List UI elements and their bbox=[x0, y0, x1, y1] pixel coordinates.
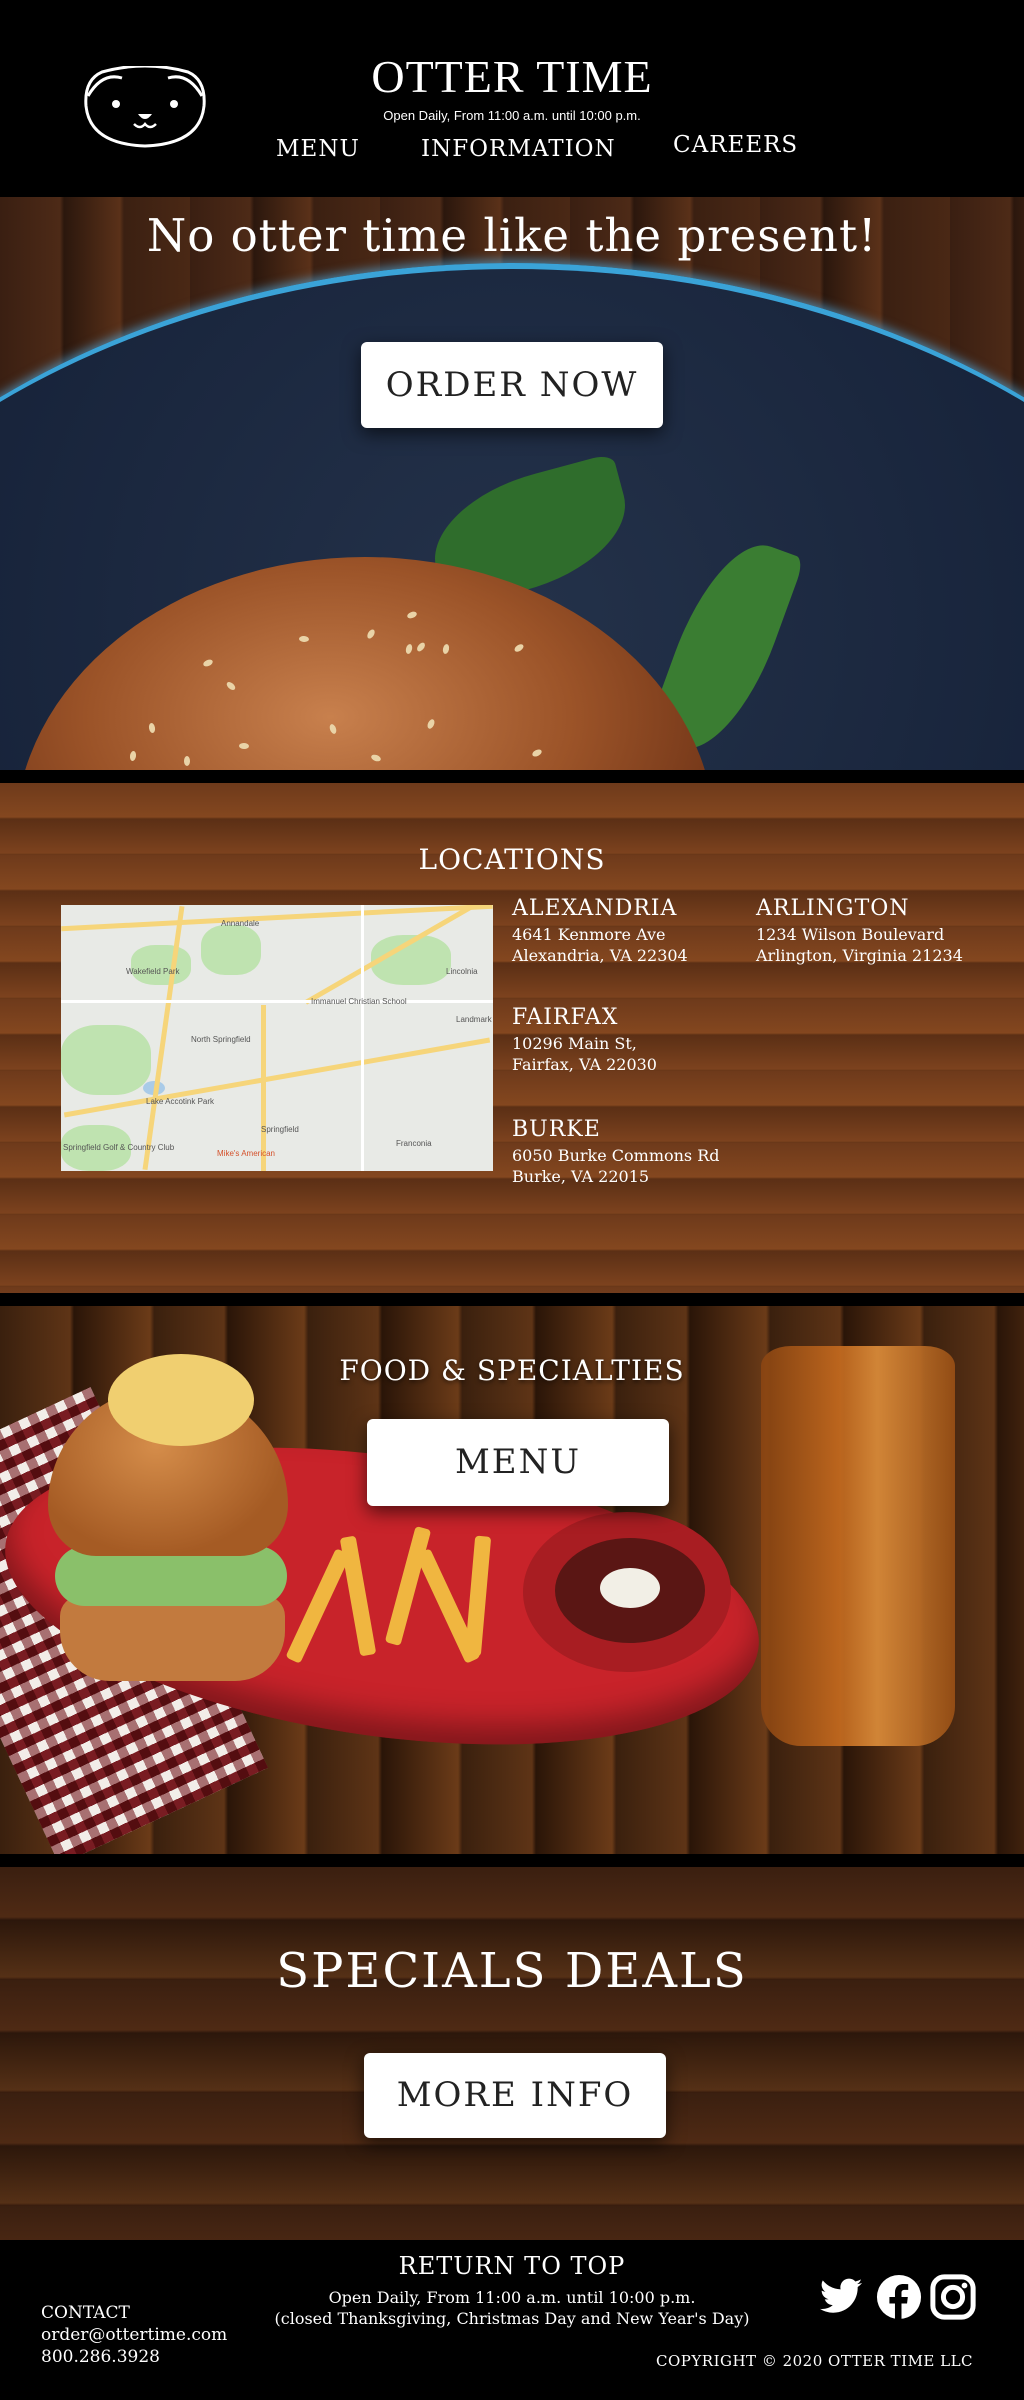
locations-section: LOCATIONS Annandale Wakefield Park Imman… bbox=[0, 783, 1024, 1293]
locations-map[interactable]: Annandale Wakefield Park Immanuel Christ… bbox=[61, 905, 493, 1171]
sesame-seed bbox=[238, 742, 250, 749]
facebook-icon[interactable] bbox=[876, 2274, 922, 2320]
contact-label: CONTACT bbox=[41, 2303, 130, 2323]
hero-section: No otter time like the present! ORDER NO… bbox=[0, 197, 1024, 770]
sesame-seed bbox=[415, 641, 427, 653]
sesame-seed bbox=[531, 747, 543, 758]
map-label: Mike's American bbox=[217, 1149, 275, 1158]
opening-hours: Open Daily, From 11:00 a.m. until 10:00 … bbox=[383, 108, 641, 123]
section-divider bbox=[0, 770, 1024, 783]
location-address: Fairfax, VA 22030 bbox=[512, 1055, 657, 1074]
section-divider bbox=[0, 1854, 1024, 1867]
sesame-seed bbox=[298, 635, 310, 643]
nav-information[interactable]: INFORMATION bbox=[421, 136, 616, 162]
nav-careers[interactable]: CAREERS bbox=[673, 132, 798, 158]
sesame-seed bbox=[225, 680, 238, 692]
more-info-button[interactable]: MORE INFO bbox=[364, 2053, 666, 2138]
location-address: Burke, VA 22015 bbox=[512, 1167, 650, 1186]
menu-button[interactable]: MENU bbox=[367, 1419, 669, 1506]
location-name-fairfax[interactable]: FAIRFAX bbox=[512, 1005, 618, 1030]
food-section: FOOD & SPECIALTIES MENU bbox=[0, 1306, 1024, 1854]
site-footer: RETURN TO TOP Open Daily, From 11:00 a.m… bbox=[0, 2240, 1024, 2400]
section-divider bbox=[0, 1293, 1024, 1306]
nav-menu[interactable]: MENU bbox=[276, 136, 360, 162]
sesame-seed bbox=[369, 753, 382, 763]
sesame-seed bbox=[405, 643, 414, 655]
beer-glass-image bbox=[761, 1346, 955, 1746]
order-now-button[interactable]: ORDER NOW bbox=[361, 342, 663, 428]
sesame-seed bbox=[513, 642, 526, 654]
map-label: Springfield Golf & Country Club bbox=[63, 1143, 175, 1152]
sesame-seed bbox=[441, 643, 450, 655]
instagram-icon[interactable] bbox=[930, 2274, 976, 2320]
map-label: Annandale bbox=[221, 919, 260, 928]
contact-email[interactable]: order@ottertime.com bbox=[41, 2324, 227, 2346]
cream-image bbox=[600, 1568, 660, 1608]
locations-title: LOCATIONS bbox=[418, 843, 606, 876]
location-name-arlington[interactable]: ARLINGTON bbox=[756, 896, 910, 921]
sesame-seed bbox=[202, 657, 214, 668]
twitter-icon[interactable] bbox=[818, 2274, 864, 2320]
hero-tagline: No otter time like the present! bbox=[146, 209, 878, 262]
return-to-top-link[interactable]: RETURN TO TOP bbox=[0, 2252, 1024, 2280]
location-name-alexandria[interactable]: ALEXANDRIA bbox=[512, 896, 677, 921]
location-address: Arlington, Virginia 21234 bbox=[756, 946, 963, 965]
copyright-text: COPYRIGHT © 2020 OTTER TIME LLC bbox=[656, 2352, 974, 2370]
location-address: 6050 Burke Commons Rd bbox=[512, 1146, 720, 1165]
location-address: 4641 Kenmore Ave bbox=[512, 925, 666, 944]
map-label: Landmark bbox=[456, 1015, 492, 1024]
map-label: Lincolnia bbox=[446, 967, 478, 976]
map-label: Wakefield Park bbox=[126, 967, 180, 976]
site-header: OTTER TIME Open Daily, From 11:00 a.m. u… bbox=[0, 0, 1024, 197]
sesame-seed bbox=[426, 718, 437, 730]
food-title: FOOD & SPECIALTIES bbox=[339, 1354, 685, 1387]
burger-bottom-image bbox=[60, 1596, 285, 1681]
specials-title: SPECIALS DEALS bbox=[276, 1943, 748, 1999]
contact-block: CONTACT order@ottertime.com 800.286.3928 bbox=[41, 2302, 227, 2368]
sesame-seed bbox=[184, 756, 191, 767]
sesame-seed bbox=[147, 722, 156, 733]
site-title: OTTER TIME bbox=[371, 51, 653, 102]
sesame-seed bbox=[129, 750, 137, 762]
specials-section: SPECIALS DEALS MORE INFO bbox=[0, 1867, 1024, 2240]
contact-phone[interactable]: 800.286.3928 bbox=[41, 2346, 227, 2368]
map-label: Springfield bbox=[261, 1125, 299, 1134]
sesame-seed bbox=[405, 610, 418, 620]
location-address: 1234 Wilson Boulevard bbox=[756, 925, 945, 944]
location-address: 10296 Main St, bbox=[512, 1034, 637, 1053]
map-label: Immanuel Christian School bbox=[311, 997, 407, 1006]
location-address: Alexandria, VA 22304 bbox=[512, 946, 688, 965]
map-label: Lake Accotink Park bbox=[146, 1097, 215, 1106]
sesame-seed bbox=[328, 722, 338, 735]
sesame-seed bbox=[365, 627, 377, 640]
map-label: North Springfield bbox=[191, 1035, 251, 1044]
location-name-burke[interactable]: BURKE bbox=[512, 1117, 601, 1142]
map-label: Franconia bbox=[396, 1139, 432, 1148]
